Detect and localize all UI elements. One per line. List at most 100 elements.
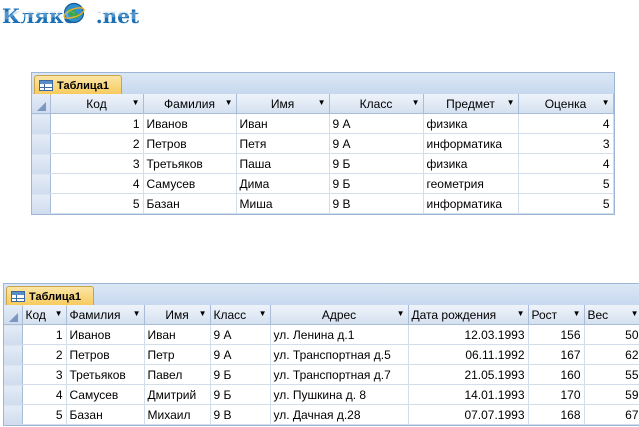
cell[interactable]: Миша	[236, 193, 330, 214]
cell[interactable]: 9 А	[329, 113, 424, 134]
sort-arrow-icon[interactable]: ▼	[259, 309, 267, 318]
cell[interactable]: Третьяков	[66, 364, 145, 385]
column-header[interactable]: Код ▼	[22, 305, 67, 325]
cell[interactable]: 62	[584, 344, 639, 365]
sort-arrow-icon[interactable]: ▼	[412, 98, 420, 107]
row-selector[interactable]	[4, 344, 23, 365]
cell[interactable]: 4	[50, 173, 144, 194]
cell[interactable]: 170	[528, 384, 585, 405]
sort-arrow-icon[interactable]: ▼	[631, 309, 639, 318]
cell[interactable]: 21.05.1993	[408, 364, 529, 385]
cell[interactable]: Петя	[236, 133, 330, 154]
row-selector[interactable]	[32, 153, 51, 174]
sort-arrow-icon[interactable]: ▼	[602, 98, 610, 107]
cell[interactable]: 167	[528, 344, 585, 365]
column-header[interactable]: Имя ▼	[144, 305, 211, 325]
column-header[interactable]: Предмет ▼	[423, 94, 519, 114]
cell[interactable]: Петров	[66, 344, 145, 365]
cell[interactable]: 4	[518, 113, 614, 134]
sort-arrow-icon[interactable]: ▼	[199, 309, 207, 318]
cell[interactable]: 4	[22, 384, 67, 405]
cell[interactable]: 67	[584, 404, 639, 425]
cell[interactable]: Петр	[144, 344, 211, 365]
sort-arrow-icon[interactable]: ▼	[318, 98, 326, 107]
cell[interactable]: 5	[518, 173, 614, 194]
sort-arrow-icon[interactable]: ▼	[133, 309, 141, 318]
cell[interactable]: Иванов	[66, 324, 145, 345]
tab-table1[interactable]: Таблица1	[34, 75, 122, 95]
row-selector[interactable]	[4, 384, 23, 405]
cell[interactable]: физика	[423, 153, 519, 174]
cell[interactable]: информатика	[423, 133, 519, 154]
cell[interactable]: ул. Пушкина д. 8	[270, 384, 409, 405]
column-header[interactable]: Рост ▼	[528, 305, 585, 325]
cell[interactable]: 4	[518, 153, 614, 174]
cell[interactable]: Третьяков	[143, 153, 237, 174]
row-selector[interactable]	[4, 364, 23, 385]
cell[interactable]: Базан	[66, 404, 145, 425]
cell[interactable]: Иван	[144, 324, 211, 345]
cell[interactable]: Паша	[236, 153, 330, 174]
cell[interactable]: 9 Б	[329, 153, 424, 174]
row-selector[interactable]	[32, 133, 51, 154]
cell[interactable]: ул. Транспортная д.5	[270, 344, 409, 365]
row-selector[interactable]	[4, 324, 23, 345]
column-header[interactable]: Оценка ▼	[518, 94, 614, 114]
cell[interactable]: 3	[50, 153, 144, 174]
cell[interactable]: 06.11.1992	[408, 344, 529, 365]
column-header[interactable]: Имя ▼	[236, 94, 330, 114]
cell[interactable]: 9 Б	[210, 384, 271, 405]
cell[interactable]: 9 Б	[210, 364, 271, 385]
sort-arrow-icon[interactable]: ▼	[507, 98, 515, 107]
cell[interactable]: ул. Дачная д.28	[270, 404, 409, 425]
cell[interactable]: Базан	[143, 193, 237, 214]
row-selector[interactable]	[32, 113, 51, 134]
cell[interactable]: 59	[584, 384, 639, 405]
cell[interactable]: геометрия	[423, 173, 519, 194]
cell[interactable]: Иванов	[143, 113, 237, 134]
cell[interactable]: ул. Транспортная д.7	[270, 364, 409, 385]
cell[interactable]: 5	[22, 404, 67, 425]
cell[interactable]: 2	[50, 133, 144, 154]
cell[interactable]: 12.03.1993	[408, 324, 529, 345]
cell[interactable]: ул. Ленина д.1	[270, 324, 409, 345]
column-header[interactable]: Класс ▼	[210, 305, 271, 325]
cell[interactable]: 9 В	[329, 193, 424, 214]
select-all-button[interactable]	[4, 305, 23, 325]
cell[interactable]: 160	[528, 364, 585, 385]
column-header[interactable]: Код ▼	[50, 94, 144, 114]
column-header[interactable]: Адрес ▼	[270, 305, 409, 325]
cell[interactable]: 1	[50, 113, 144, 134]
sort-arrow-icon[interactable]: ▼	[225, 98, 233, 107]
cell[interactable]: 9 В	[210, 404, 271, 425]
column-header[interactable]: Вес ▼	[584, 305, 639, 325]
cell[interactable]: 07.07.1993	[408, 404, 529, 425]
cell[interactable]: 5	[50, 193, 144, 214]
cell[interactable]: 2	[22, 344, 67, 365]
row-selector[interactable]	[32, 173, 51, 194]
cell[interactable]: 9 А	[210, 344, 271, 365]
cell[interactable]: 9 А	[210, 324, 271, 345]
cell[interactable]: 156	[528, 324, 585, 345]
cell[interactable]: 50	[584, 324, 639, 345]
sort-arrow-icon[interactable]: ▼	[55, 309, 63, 318]
cell[interactable]: 5	[518, 193, 614, 214]
cell[interactable]: Павел	[144, 364, 211, 385]
cell[interactable]: 14.01.1993	[408, 384, 529, 405]
cell[interactable]: Дмитрий	[144, 384, 211, 405]
cell[interactable]: 9 Б	[329, 173, 424, 194]
sort-arrow-icon[interactable]: ▼	[517, 309, 525, 318]
column-header[interactable]: Класс ▼	[329, 94, 424, 114]
row-selector[interactable]	[32, 193, 51, 214]
cell[interactable]: физика	[423, 113, 519, 134]
column-header[interactable]: Фамилия ▼	[66, 305, 145, 325]
cell[interactable]: 3	[518, 133, 614, 154]
sort-arrow-icon[interactable]: ▼	[397, 309, 405, 318]
cell[interactable]: 55	[584, 364, 639, 385]
sort-arrow-icon[interactable]: ▼	[573, 309, 581, 318]
column-header[interactable]: Фамилия ▼	[143, 94, 237, 114]
cell[interactable]: Самусев	[66, 384, 145, 405]
cell[interactable]: 9 А	[329, 133, 424, 154]
cell[interactable]: 1	[22, 324, 67, 345]
sort-arrow-icon[interactable]: ▼	[132, 98, 140, 107]
